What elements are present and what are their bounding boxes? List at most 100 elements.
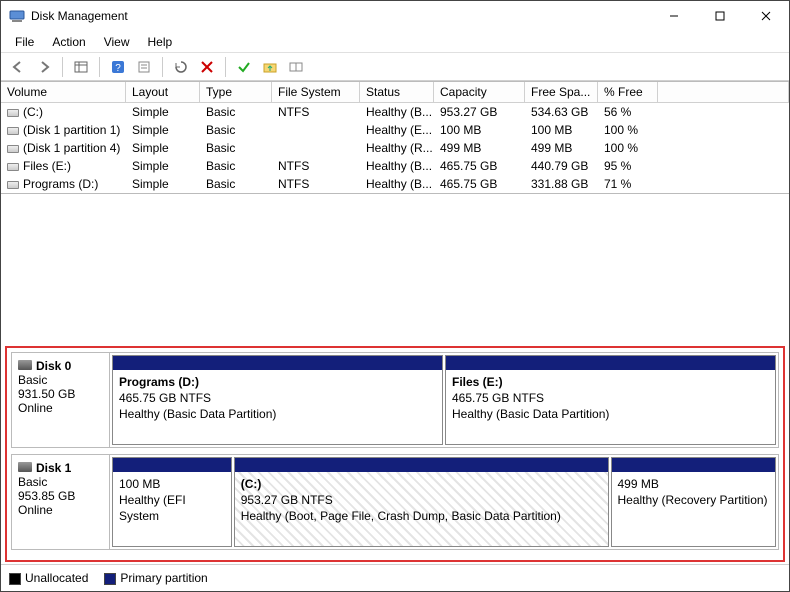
col-volume[interactable]: Volume (1, 82, 126, 102)
col-type[interactable]: Type (200, 82, 272, 102)
folder-up-icon[interactable] (259, 56, 281, 78)
cell-fs: NTFS (272, 158, 360, 174)
partition[interactable]: (C:)953.27 GB NTFSHealthy (Boot, Page Fi… (234, 457, 609, 547)
cell-pct: 100 % (598, 140, 658, 156)
partition-body: (C:)953.27 GB NTFSHealthy (Boot, Page Fi… (235, 472, 608, 546)
partition-status: Healthy (Recovery Partition) (618, 492, 770, 508)
disk-kind: Basic (18, 475, 103, 489)
cell-status: Healthy (E... (360, 122, 434, 138)
disk-size: 931.50 GB (18, 387, 103, 401)
col-capacity[interactable]: Capacity (434, 82, 525, 102)
cell-capacity: 100 MB (434, 122, 525, 138)
partition[interactable]: Files (E:)465.75 GB NTFSHealthy (Basic D… (445, 355, 776, 445)
table-row[interactable]: (C:)SimpleBasicNTFSHealthy (B...953.27 G… (1, 103, 789, 121)
col-status[interactable]: Status (360, 82, 434, 102)
cell-free: 499 MB (525, 140, 598, 156)
blue-swatch-icon (104, 573, 116, 585)
menu-action[interactable]: Action (44, 33, 93, 51)
delete-icon[interactable] (196, 56, 218, 78)
cell-free: 534.63 GB (525, 104, 598, 120)
col-free[interactable]: Free Spa... (525, 82, 598, 102)
partition-size: 953.27 GB NTFS (241, 492, 602, 508)
maximize-button[interactable] (697, 1, 743, 31)
back-button[interactable] (7, 56, 29, 78)
black-swatch-icon (9, 573, 21, 585)
grid-icon[interactable] (285, 56, 307, 78)
cell-volume: Programs (D:) (1, 176, 126, 192)
col-layout[interactable]: Layout (126, 82, 200, 102)
svg-text:?: ? (115, 63, 121, 74)
cell-type: Basic (200, 158, 272, 174)
cell-layout: Simple (126, 140, 200, 156)
disk-name: Disk 1 (18, 461, 103, 475)
cell-layout: Simple (126, 122, 200, 138)
partition-size: 499 MB (618, 476, 770, 492)
table-row[interactable]: (Disk 1 partition 4)SimpleBasicHealthy (… (1, 139, 789, 157)
menubar: File Action View Help (1, 31, 789, 53)
cell-volume: (Disk 1 partition 1) (1, 122, 126, 138)
cell-pct: 71 % (598, 176, 658, 192)
cell-volume: Files (E:) (1, 158, 126, 174)
table-blank-area (1, 194, 789, 344)
partition-size: 465.75 GB NTFS (119, 390, 436, 406)
disk-info[interactable]: Disk 0Basic931.50 GBOnline (12, 353, 110, 447)
partition-size: 465.75 GB NTFS (452, 390, 769, 406)
view-table-icon[interactable] (70, 56, 92, 78)
table-header[interactable]: Volume Layout Type File System Status Ca… (1, 82, 789, 103)
close-button[interactable] (743, 1, 789, 31)
cell-type: Basic (200, 122, 272, 138)
cell-capacity: 499 MB (434, 140, 525, 156)
table-row[interactable]: (Disk 1 partition 1)SimpleBasic Healthy (… (1, 121, 789, 139)
partition[interactable]: 499 MBHealthy (Recovery Partition) (611, 457, 777, 547)
menu-help[interactable]: Help (140, 33, 181, 51)
volume-table: Volume Layout Type File System Status Ca… (1, 81, 789, 194)
properties-icon[interactable] (133, 56, 155, 78)
partition-body: 499 MBHealthy (Recovery Partition) (612, 472, 776, 546)
partition-title: Files (E:) (452, 374, 769, 390)
volume-icon (7, 163, 19, 171)
menu-file[interactable]: File (7, 33, 42, 51)
partition-header-bar (113, 458, 231, 472)
disk-size: 953.85 GB (18, 489, 103, 503)
cell-layout: Simple (126, 104, 200, 120)
cell-free: 440.79 GB (525, 158, 598, 174)
volume-icon (7, 145, 19, 153)
help-icon[interactable]: ? (107, 56, 129, 78)
check-icon[interactable] (233, 56, 255, 78)
forward-button[interactable] (33, 56, 55, 78)
disk-icon (18, 360, 32, 370)
window-title: Disk Management (31, 9, 651, 23)
minimize-button[interactable] (651, 1, 697, 31)
disk-row: Disk 1Basic953.85 GBOnline100 MBHealthy … (11, 454, 779, 550)
partition[interactable]: 100 MBHealthy (EFI System (112, 457, 232, 547)
cell-status: Healthy (B... (360, 104, 434, 120)
menu-view[interactable]: View (96, 33, 138, 51)
partition-body: Files (E:)465.75 GB NTFSHealthy (Basic D… (446, 370, 775, 444)
partition-status: Healthy (Basic Data Partition) (452, 406, 769, 422)
cell-pct: 56 % (598, 104, 658, 120)
disk-info[interactable]: Disk 1Basic953.85 GBOnline (12, 455, 110, 549)
volume-icon (7, 109, 19, 117)
partition-body: Programs (D:)465.75 GB NTFSHealthy (Basi… (113, 370, 442, 444)
cell-volume: (C:) (1, 104, 126, 120)
table-row[interactable]: Programs (D:)SimpleBasicNTFSHealthy (B..… (1, 175, 789, 193)
col-extra[interactable] (658, 82, 789, 102)
volume-icon (7, 127, 19, 135)
refresh-icon[interactable] (170, 56, 192, 78)
col-filesystem[interactable]: File System (272, 82, 360, 102)
col-pctfree[interactable]: % Free (598, 82, 658, 102)
partition[interactable]: Programs (D:)465.75 GB NTFSHealthy (Basi… (112, 355, 443, 445)
partition-title: (C:) (241, 476, 602, 492)
partition-body: 100 MBHealthy (EFI System (113, 472, 231, 546)
cell-fs: NTFS (272, 104, 360, 120)
titlebar[interactable]: Disk Management (1, 1, 789, 31)
partition-header-bar (612, 458, 776, 472)
partition-header-bar (113, 356, 442, 370)
legend: Unallocated Primary partition (1, 564, 789, 591)
volume-icon (7, 181, 19, 189)
graphical-view: Disk 0Basic931.50 GBOnlinePrograms (D:)4… (5, 346, 785, 562)
disk-name: Disk 0 (18, 359, 103, 373)
table-body: (C:)SimpleBasicNTFSHealthy (B...953.27 G… (1, 103, 789, 193)
table-row[interactable]: Files (E:)SimpleBasicNTFSHealthy (B...46… (1, 157, 789, 175)
cell-volume: (Disk 1 partition 4) (1, 140, 126, 156)
